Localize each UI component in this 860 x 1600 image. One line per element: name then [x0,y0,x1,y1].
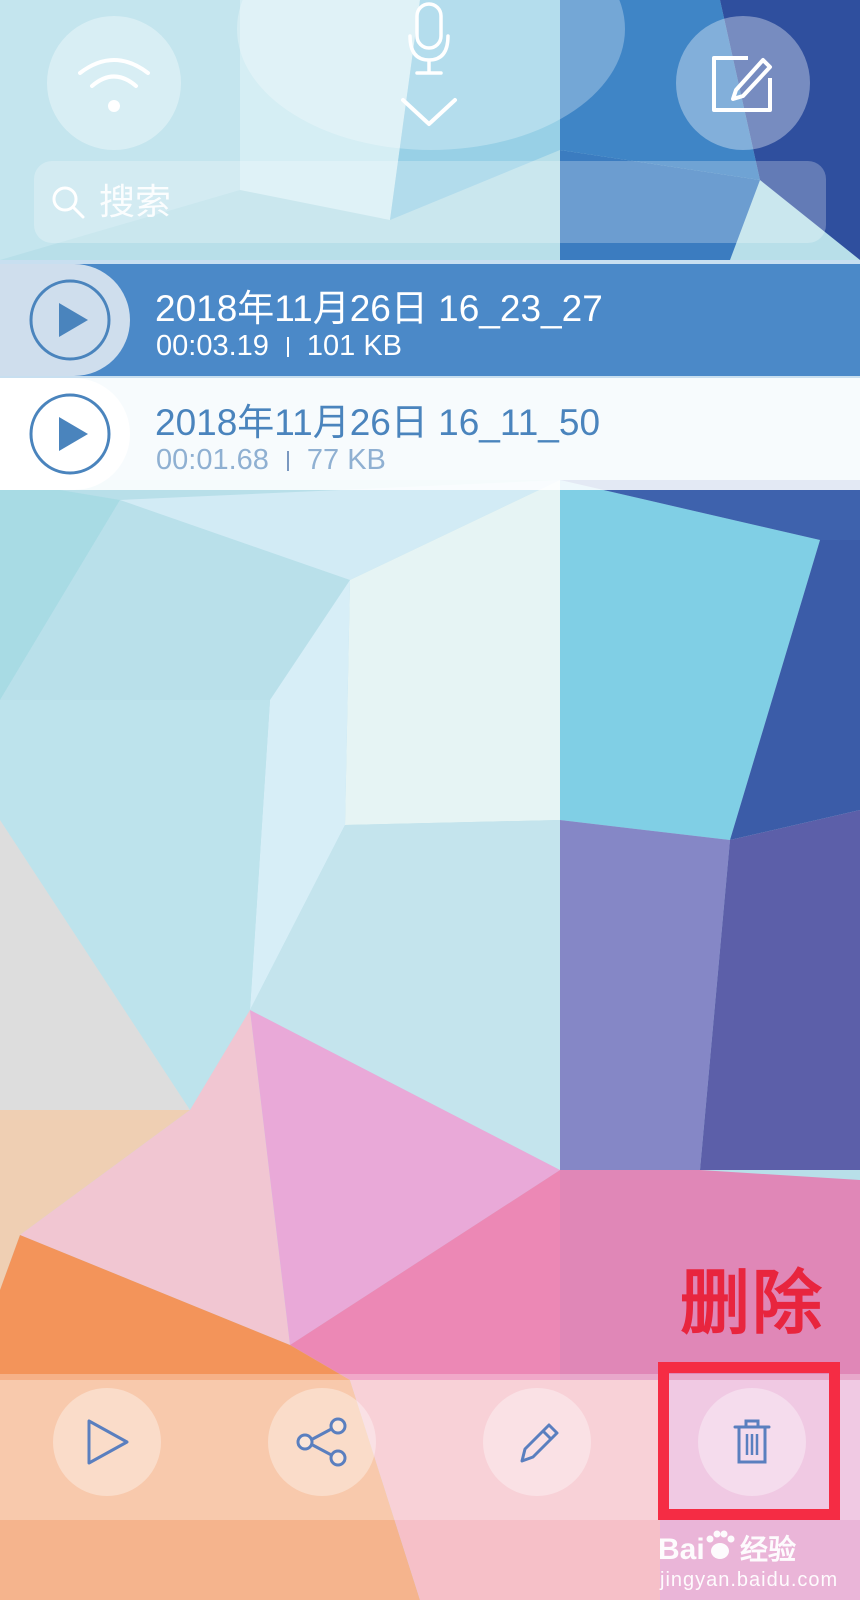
share-icon [296,1417,347,1467]
microphone-icon [408,2,450,75]
recording-size: 101 KB [306,330,403,362]
search-input[interactable] [99,172,799,232]
recording-size: 77 KB [306,444,386,476]
edit-button[interactable] [676,16,810,150]
watermark-url: jingyan.baidu.com [660,1569,839,1591]
play-tab[interactable] [0,378,130,490]
play-icon[interactable] [28,392,112,476]
wifi-transfer-button[interactable] [47,16,181,150]
play-icon [87,1419,129,1465]
recording-row[interactable]: 2018年11月26日 16_11_50 00:01.68 77 KB [0,378,860,490]
meta-separator [286,336,289,357]
wifi-icon [78,58,150,112]
edit-icon [712,56,772,112]
search-bar[interactable] [34,161,826,243]
recording-title: 2018年11月26日 16_11_50 [155,402,601,443]
recording-duration: 00:03.19 [156,330,269,362]
recording-title: 2018年11月26日 16_23_27 [155,288,603,329]
recording-meta: 00:03.19 101 KB [156,330,402,363]
meta-separator [286,450,289,471]
recording-row[interactable]: 2018年11月26日 16_23_27 00:03.19 101 KB [0,264,860,376]
rename-button[interactable] [483,1388,591,1496]
play-button[interactable] [53,1388,161,1496]
search-icon [52,186,85,219]
play-tab[interactable] [0,264,130,376]
recording-duration: 00:01.68 [156,444,269,476]
svg-text:经验: 经验 [740,1533,796,1566]
pencil-icon [520,1423,559,1463]
recording-meta: 00:01.68 77 KB [156,444,386,477]
baidu-jingyan-logo: Bai 经验 [658,1530,796,1566]
svg-text:Bai: Bai [658,1533,705,1566]
play-icon[interactable] [28,278,112,362]
delete-annotation-caption: 删除 [680,1262,824,1344]
chevron-down-icon[interactable] [400,96,458,128]
delete-highlight-box [658,1362,840,1520]
share-button[interactable] [268,1388,376,1496]
watermark: Bai 经验 jingyan.baidu.com [658,1527,858,1597]
